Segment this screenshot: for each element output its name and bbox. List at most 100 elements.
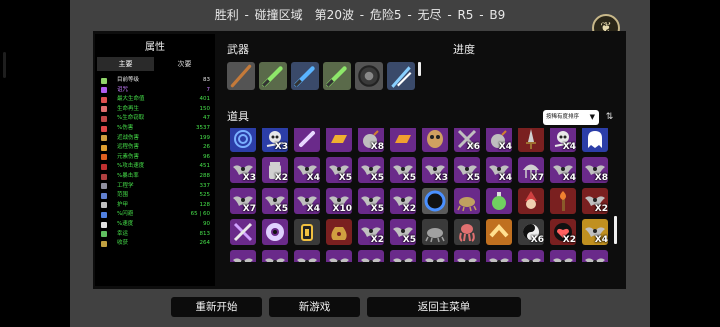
- bat-icon[interactable]: X4: [294, 188, 320, 214]
- restart-button[interactable]: 重新开始: [171, 297, 262, 317]
- green-sword-icon[interactable]: [323, 62, 351, 90]
- portal-icon[interactable]: [422, 188, 448, 214]
- skull-crossbones-icon[interactable]: X4: [550, 128, 576, 152]
- stat-row: 远程伤害 26: [98, 143, 210, 152]
- crawler-icon[interactable]: [454, 188, 480, 214]
- run-summary-title: 胜利 - 碰撞区域 第20波 - 危险5 - 无尽 - R5 - B9: [214, 8, 506, 22]
- eye-orb-icon[interactable]: [262, 219, 288, 245]
- bat-icon[interactable]: [326, 250, 352, 262]
- bat-icon[interactable]: X8: [582, 157, 608, 183]
- stat-row: 元素伤害 96: [98, 153, 210, 162]
- bat-icon[interactable]: X5: [326, 157, 352, 183]
- bat-icon[interactable]: X4: [486, 157, 512, 183]
- bat-icon[interactable]: [518, 250, 544, 262]
- potion-icon[interactable]: [486, 188, 512, 214]
- bat-icon[interactable]: X2: [582, 188, 608, 214]
- bat-icon[interactable]: X5: [390, 157, 416, 183]
- bat-icon[interactable]: [422, 250, 448, 262]
- stat-row: 目前等级 83: [98, 76, 210, 85]
- crawler-icon[interactable]: [422, 219, 448, 245]
- main-menu-button[interactable]: 返回主菜单: [367, 297, 521, 317]
- stat-row: %生命窃取 47: [98, 114, 210, 123]
- bat-icon[interactable]: [550, 250, 576, 262]
- stat-value: 288: [199, 173, 211, 179]
- bat-icon[interactable]: X7: [230, 188, 256, 214]
- game-screen: 胜利 - 碰撞区域 第20波 - 危险5 - 无尽 - R5 - B9 ❦ 属性…: [0, 0, 720, 327]
- gnome-icon[interactable]: [518, 188, 544, 214]
- coin-bag-icon[interactable]: [326, 219, 352, 245]
- bat-icon[interactable]: X2: [358, 219, 384, 245]
- dagger-icon[interactable]: [518, 128, 544, 152]
- bomb-icon[interactable]: X4: [486, 128, 512, 152]
- bone-icon[interactable]: [294, 128, 320, 152]
- stat-value: 7: [206, 86, 211, 93]
- weapons-title: 武器: [227, 43, 249, 56]
- bat-icon[interactable]: X5: [454, 157, 480, 183]
- tab-primary-stats[interactable]: 主要: [97, 57, 154, 71]
- crossed-swords-icon[interactable]: X6: [454, 128, 480, 152]
- bat-icon[interactable]: X3: [230, 157, 256, 183]
- bat-icon[interactable]: X4: [550, 157, 576, 183]
- bat-icon[interactable]: [390, 250, 416, 262]
- stat-icon: [101, 144, 107, 151]
- octopus-icon[interactable]: [454, 219, 480, 245]
- bat-icon[interactable]: X5: [390, 219, 416, 245]
- bat-icon[interactable]: [262, 250, 288, 262]
- stat-row: %暴击率 288: [98, 172, 210, 181]
- staff-icon[interactable]: [227, 62, 255, 90]
- item-count: X6: [530, 235, 544, 245]
- stat-name: %速度: [117, 221, 134, 227]
- sort-order-icon[interactable]: ⇅: [603, 110, 616, 125]
- item-count: X5: [370, 204, 384, 214]
- bat-icon[interactable]: X10: [326, 188, 352, 214]
- bat-icon[interactable]: [294, 250, 320, 262]
- item-count: X4: [562, 142, 576, 152]
- bat-icon[interactable]: [486, 250, 512, 262]
- gold-bar-icon[interactable]: [390, 128, 416, 152]
- stat-row: 最大生命值 401: [98, 95, 210, 104]
- sort-dropdown[interactable]: 按稀有度排序 ▼: [543, 110, 599, 125]
- jar-icon[interactable]: X2: [262, 157, 288, 183]
- spiral-icon[interactable]: [230, 128, 256, 152]
- new-game-button[interactable]: 新游戏: [269, 297, 360, 317]
- weapons-scrollbar[interactable]: [418, 62, 421, 76]
- chevron-up-icon[interactable]: [486, 219, 512, 245]
- stat-name: 生命再生: [117, 105, 140, 112]
- ghost-icon[interactable]: [582, 128, 608, 152]
- jellyfish-icon[interactable]: X7: [518, 157, 544, 183]
- gold-bar-icon[interactable]: [326, 128, 352, 152]
- bat-icon[interactable]: [454, 250, 480, 262]
- bat-icon[interactable]: X3: [422, 157, 448, 183]
- stat-value: 525: [199, 192, 211, 199]
- item-count: X4: [498, 142, 512, 152]
- green-sword-icon[interactable]: [259, 62, 287, 90]
- item-count: X7: [530, 173, 544, 183]
- bat-icon[interactable]: X4: [294, 157, 320, 183]
- bat-icon[interactable]: X5: [358, 188, 384, 214]
- blue-sword-icon[interactable]: [291, 62, 319, 90]
- bat-icon[interactable]: X4: [582, 219, 608, 245]
- ice-shard-icon[interactable]: [387, 62, 415, 90]
- lantern-icon[interactable]: [294, 219, 320, 245]
- stat-row: %伤害 3537: [98, 124, 210, 133]
- shield-ring-icon[interactable]: [355, 62, 383, 90]
- yin-yang-icon[interactable]: X6: [518, 219, 544, 245]
- bat-icon[interactable]: X5: [262, 188, 288, 214]
- stat-icon: [101, 240, 107, 247]
- crossed-tools-icon[interactable]: [230, 219, 256, 245]
- bomb-icon[interactable]: X8: [358, 128, 384, 152]
- torch-icon[interactable]: [550, 188, 576, 214]
- bat-icon[interactable]: [230, 250, 256, 262]
- bat-icon[interactable]: X5: [358, 157, 384, 183]
- bat-icon[interactable]: X2: [390, 188, 416, 214]
- item-count: X4: [562, 173, 576, 183]
- heart-target-icon[interactable]: X2: [550, 219, 576, 245]
- stat-name: 远程伤害: [117, 144, 140, 151]
- bat-icon[interactable]: [582, 250, 608, 262]
- items-scrollbar[interactable]: [614, 216, 617, 244]
- tab-secondary-stats[interactable]: 次要: [156, 57, 213, 71]
- bat-icon[interactable]: [358, 250, 384, 262]
- skull-crossbones-icon[interactable]: X3: [262, 128, 288, 152]
- stat-name: %攻击速度: [117, 163, 145, 170]
- mask-icon[interactable]: [422, 128, 448, 152]
